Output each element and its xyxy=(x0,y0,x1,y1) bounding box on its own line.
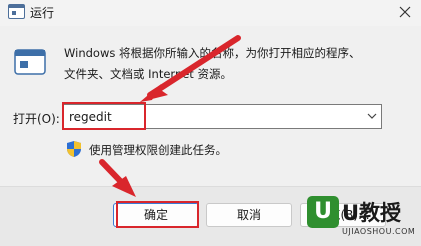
arrow-to-input xyxy=(140,35,241,102)
watermark-url: UJIAOSHOU.COM xyxy=(342,227,416,236)
watermark: U U教授 UJIAOSHOU.COM xyxy=(307,196,421,245)
watermark-logo: U xyxy=(307,196,339,228)
run-dialog: 运行 Windows 将根据你所输入的名称，为你打开相应的程序、 文件夹、文档或… xyxy=(0,0,421,246)
arrow-to-ok xyxy=(99,159,136,197)
watermark-text: U教授 xyxy=(342,201,402,225)
